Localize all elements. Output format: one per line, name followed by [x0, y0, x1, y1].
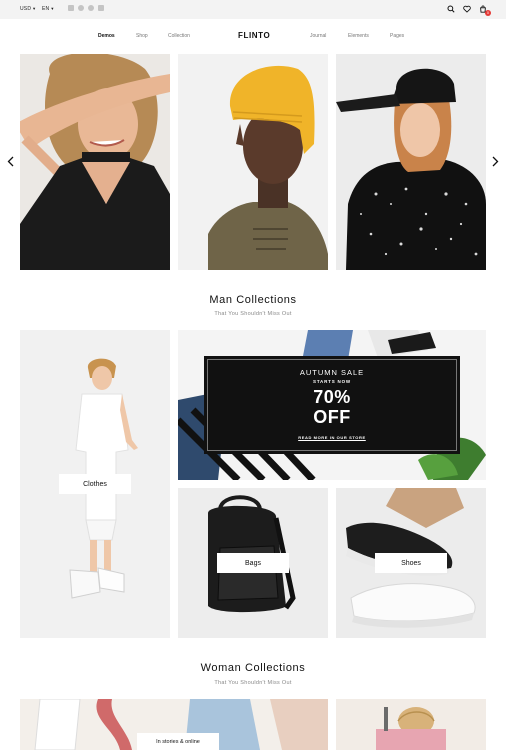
nav-demos[interactable]: Demos [98, 33, 115, 39]
currency-value: USD [20, 6, 32, 12]
promo-discount-percent: 70% [313, 387, 351, 407]
promo-discount: 70% OFF [204, 387, 460, 427]
top-bar: USD▼ EN▼ 0 [0, 0, 506, 19]
story-label: In stories & online [137, 733, 219, 750]
shoes-button[interactable]: Shoes [375, 553, 447, 573]
promo-panel: AUTUMN SALE STARTS NOW 70% OFF READ MORE… [204, 356, 460, 454]
man-collections-subtitle: That You Shouldn't Miss Out [214, 311, 292, 317]
currency-selector[interactable]: USD▼ [20, 6, 36, 12]
woman-accessory-tile[interactable] [336, 699, 486, 750]
wishlist-heart-icon[interactable] [462, 4, 472, 14]
slider-prev-arrow-icon[interactable] [5, 154, 15, 168]
site-logo[interactable]: FLINTO [238, 31, 270, 40]
language-value: EN [42, 6, 50, 12]
search-icon[interactable] [446, 4, 456, 14]
nav-elements[interactable]: Elements [348, 33, 369, 39]
hero-slide-man-yellow-beanie[interactable] [178, 54, 328, 270]
promo-discount-off: OFF [313, 407, 351, 427]
nav-pages[interactable]: Pages [390, 33, 404, 39]
woman-collections-subtitle: That You Shouldn't Miss Out [214, 680, 292, 686]
cart-bag-icon[interactable]: 0 [478, 4, 491, 16]
clothes-button[interactable]: Clothes [59, 474, 131, 494]
promo-read-more-link[interactable]: READ MORE IN OUR STORE [204, 435, 460, 440]
shoes-category-tile[interactable]: Shoes [336, 488, 486, 638]
hero-slide-woman-curly-hair[interactable] [20, 54, 170, 270]
pinterest-icon[interactable] [88, 5, 94, 11]
man-collections-title: Man Collections [209, 294, 297, 306]
nav-journal[interactable]: Journal [310, 33, 326, 39]
nav-collection[interactable]: Collection [168, 33, 190, 39]
facebook-icon[interactable] [68, 5, 74, 11]
youtube-icon[interactable] [98, 5, 104, 11]
promo-title: AUTUMN SALE [299, 368, 365, 377]
twitter-icon[interactable] [78, 5, 84, 11]
nav-shop[interactable]: Shop [136, 33, 148, 39]
language-selector[interactable]: EN▼ [42, 6, 55, 12]
bags-category-tile[interactable]: Bags [178, 488, 328, 638]
hero-slide-man-black-cap[interactable] [336, 54, 486, 270]
slider-next-arrow-icon[interactable] [490, 154, 500, 168]
cart-count-badge: 0 [485, 10, 491, 16]
bags-button[interactable]: Bags [217, 553, 289, 573]
promo-subtitle: STARTS NOW [313, 379, 351, 384]
chevron-down-icon: ▼ [50, 6, 55, 11]
clothes-category-tile[interactable]: Clothes [20, 330, 170, 638]
social-links [68, 5, 104, 11]
chevron-down-icon: ▼ [32, 6, 37, 11]
woman-collections-title: Woman Collections [200, 662, 306, 674]
